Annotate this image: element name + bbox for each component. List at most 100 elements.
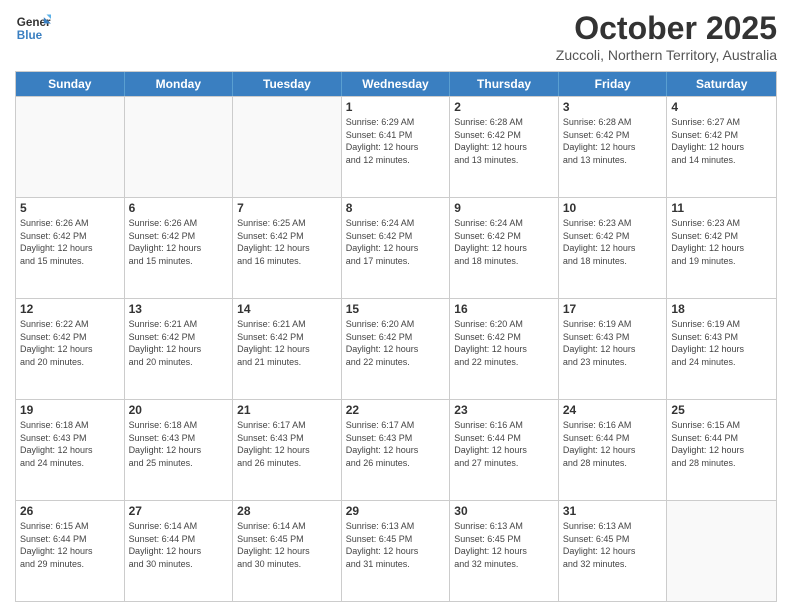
- day-number: 30: [454, 504, 554, 518]
- day-number: 17: [563, 302, 663, 316]
- calendar-cell: 23Sunrise: 6:16 AM Sunset: 6:44 PM Dayli…: [450, 400, 559, 500]
- calendar-cell: 20 Sunrise: 6:18 AM Sunset: 6:43 PM Dayli…: [125, 400, 234, 500]
- day-number: 2: [454, 100, 554, 114]
- calendar-cell: 14 Sunrise: 6:21 AM Sunset: 6:42 PM Dayli…: [233, 299, 342, 399]
- calendar-cell: 8 Sunrise: 6:24 AM Sunset: 6:42 PM Daylig…: [342, 198, 451, 298]
- calendar-cell: [667, 501, 776, 601]
- calendar-cell: 24Sunrise: 6:16 AM Sunset: 6:44 PM Dayli…: [559, 400, 668, 500]
- day-number: 21: [237, 403, 337, 417]
- calendar-cell: 6 Sunrise: 6:26 AM Sunset: 6:42 PM Daylig…: [125, 198, 234, 298]
- day-header-wednesday: Wednesday: [342, 72, 451, 96]
- calendar-row: 19 Sunrise: 6:18 AM Sunset: 6:43 PM Dayli…: [16, 399, 776, 500]
- day-header-monday: Monday: [125, 72, 234, 96]
- calendar-cell: 29 Sunrise: 6:13 AM Sunset: 6:45 PM Dayli…: [342, 501, 451, 601]
- calendar-cell: 9 Sunrise: 6:24 AM Sunset: 6:42 PM Daylig…: [450, 198, 559, 298]
- calendar-cell: 4Sunrise: 6:27 AM Sunset: 6:42 PM Daylig…: [667, 97, 776, 197]
- main-title: October 2025: [556, 10, 777, 47]
- cell-info: Sunrise: 6:28 AM Sunset: 6:42 PM Dayligh…: [454, 116, 554, 166]
- cell-info: Sunrise: 6:15 AM Sunset: 6:44 PM Dayligh…: [20, 520, 120, 570]
- day-number: 29: [346, 504, 446, 518]
- cell-info: Sunrise: 6:24 AM Sunset: 6:42 PM Dayligh…: [454, 217, 554, 267]
- cell-info: Sunrise: 6:26 AM Sunset: 6:42 PM Dayligh…: [20, 217, 120, 267]
- cell-info: Sunrise: 6:21 AM Sunset: 6:42 PM Dayligh…: [237, 318, 337, 368]
- logo-icon: General Blue: [15, 10, 51, 46]
- day-number: 13: [129, 302, 229, 316]
- calendar-cell: [233, 97, 342, 197]
- day-number: 4: [671, 100, 772, 114]
- cell-info: Sunrise: 6:19 AM Sunset: 6:43 PM Dayligh…: [671, 318, 772, 368]
- calendar-row: 1Sunrise: 6:29 AM Sunset: 6:41 PM Daylig…: [16, 96, 776, 197]
- day-number: 7: [237, 201, 337, 215]
- day-number: 31: [563, 504, 663, 518]
- calendar-cell: 7 Sunrise: 6:25 AM Sunset: 6:42 PM Daylig…: [233, 198, 342, 298]
- day-number: 9: [454, 201, 554, 215]
- calendar-row: 5 Sunrise: 6:26 AM Sunset: 6:42 PM Daylig…: [16, 197, 776, 298]
- day-number: 14: [237, 302, 337, 316]
- cell-info: Sunrise: 6:19 AM Sunset: 6:43 PM Dayligh…: [563, 318, 663, 368]
- calendar-cell: 31Sunrise: 6:13 AM Sunset: 6:45 PM Dayli…: [559, 501, 668, 601]
- cell-info: Sunrise: 6:28 AM Sunset: 6:42 PM Dayligh…: [563, 116, 663, 166]
- day-number: 6: [129, 201, 229, 215]
- day-number: 3: [563, 100, 663, 114]
- day-header-sunday: Sunday: [16, 72, 125, 96]
- day-header-thursday: Thursday: [450, 72, 559, 96]
- svg-text:Blue: Blue: [17, 29, 43, 42]
- calendar-cell: 28 Sunrise: 6:14 AM Sunset: 6:45 PM Dayli…: [233, 501, 342, 601]
- calendar-cell: 13 Sunrise: 6:21 AM Sunset: 6:42 PM Dayli…: [125, 299, 234, 399]
- cell-info: Sunrise: 6:18 AM Sunset: 6:43 PM Dayligh…: [129, 419, 229, 469]
- subtitle: Zuccoli, Northern Territory, Australia: [556, 47, 777, 63]
- calendar-cell: 2 Sunrise: 6:28 AM Sunset: 6:42 PM Daylig…: [450, 97, 559, 197]
- calendar-cell: 1Sunrise: 6:29 AM Sunset: 6:41 PM Daylig…: [342, 97, 451, 197]
- day-number: 25: [671, 403, 772, 417]
- cell-info: Sunrise: 6:13 AM Sunset: 6:45 PM Dayligh…: [454, 520, 554, 570]
- cell-info: Sunrise: 6:23 AM Sunset: 6:42 PM Dayligh…: [671, 217, 772, 267]
- day-number: 19: [20, 403, 120, 417]
- day-number: 26: [20, 504, 120, 518]
- cell-info: Sunrise: 6:20 AM Sunset: 6:42 PM Dayligh…: [346, 318, 446, 368]
- day-number: 28: [237, 504, 337, 518]
- calendar-row: 12 Sunrise: 6:22 AM Sunset: 6:42 PM Dayli…: [16, 298, 776, 399]
- calendar-cell: 19Sunrise: 6:18 AM Sunset: 6:43 PM Dayli…: [16, 400, 125, 500]
- calendar-body: 1Sunrise: 6:29 AM Sunset: 6:41 PM Daylig…: [16, 96, 776, 601]
- calendar-cell: 12 Sunrise: 6:22 AM Sunset: 6:42 PM Dayli…: [16, 299, 125, 399]
- cell-info: Sunrise: 6:25 AM Sunset: 6:42 PM Dayligh…: [237, 217, 337, 267]
- calendar-cell: 18 Sunrise: 6:19 AM Sunset: 6:43 PM Dayli…: [667, 299, 776, 399]
- header: General Blue October 2025 Zuccoli, North…: [15, 10, 777, 63]
- day-number: 12: [20, 302, 120, 316]
- day-number: 27: [129, 504, 229, 518]
- day-number: 18: [671, 302, 772, 316]
- calendar-header: SundayMondayTuesdayWednesdayThursdayFrid…: [16, 72, 776, 96]
- cell-info: Sunrise: 6:21 AM Sunset: 6:42 PM Dayligh…: [129, 318, 229, 368]
- day-number: 11: [671, 201, 772, 215]
- calendar-cell: 17 Sunrise: 6:19 AM Sunset: 6:43 PM Dayli…: [559, 299, 668, 399]
- cell-info: Sunrise: 6:22 AM Sunset: 6:42 PM Dayligh…: [20, 318, 120, 368]
- cell-info: Sunrise: 6:13 AM Sunset: 6:45 PM Dayligh…: [346, 520, 446, 570]
- day-number: 20: [129, 403, 229, 417]
- calendar-cell: [16, 97, 125, 197]
- day-number: 15: [346, 302, 446, 316]
- day-header-tuesday: Tuesday: [233, 72, 342, 96]
- calendar-row: 26 Sunrise: 6:15 AM Sunset: 6:44 PM Dayli…: [16, 500, 776, 601]
- calendar-cell: 26 Sunrise: 6:15 AM Sunset: 6:44 PM Dayli…: [16, 501, 125, 601]
- calendar-cell: 16 Sunrise: 6:20 AM Sunset: 6:42 PM Dayli…: [450, 299, 559, 399]
- day-number: 24: [563, 403, 663, 417]
- calendar-cell: 3 Sunrise: 6:28 AM Sunset: 6:42 PM Daylig…: [559, 97, 668, 197]
- day-number: 22: [346, 403, 446, 417]
- title-block: October 2025 Zuccoli, Northern Territory…: [556, 10, 777, 63]
- cell-info: Sunrise: 6:23 AM Sunset: 6:42 PM Dayligh…: [563, 217, 663, 267]
- day-header-saturday: Saturday: [667, 72, 776, 96]
- cell-info: Sunrise: 6:20 AM Sunset: 6:42 PM Dayligh…: [454, 318, 554, 368]
- day-number: 16: [454, 302, 554, 316]
- day-number: 8: [346, 201, 446, 215]
- cell-info: Sunrise: 6:26 AM Sunset: 6:42 PM Dayligh…: [129, 217, 229, 267]
- calendar-cell: 30 Sunrise: 6:13 AM Sunset: 6:45 PM Dayli…: [450, 501, 559, 601]
- calendar-cell: 21Sunrise: 6:17 AM Sunset: 6:43 PM Dayli…: [233, 400, 342, 500]
- logo: General Blue: [15, 10, 55, 46]
- day-number: 5: [20, 201, 120, 215]
- calendar-cell: 15 Sunrise: 6:20 AM Sunset: 6:42 PM Dayli…: [342, 299, 451, 399]
- page: General Blue October 2025 Zuccoli, North…: [0, 0, 792, 612]
- cell-info: Sunrise: 6:24 AM Sunset: 6:42 PM Dayligh…: [346, 217, 446, 267]
- calendar-cell: 27Sunrise: 6:14 AM Sunset: 6:44 PM Dayli…: [125, 501, 234, 601]
- cell-info: Sunrise: 6:15 AM Sunset: 6:44 PM Dayligh…: [671, 419, 772, 469]
- cell-info: Sunrise: 6:14 AM Sunset: 6:45 PM Dayligh…: [237, 520, 337, 570]
